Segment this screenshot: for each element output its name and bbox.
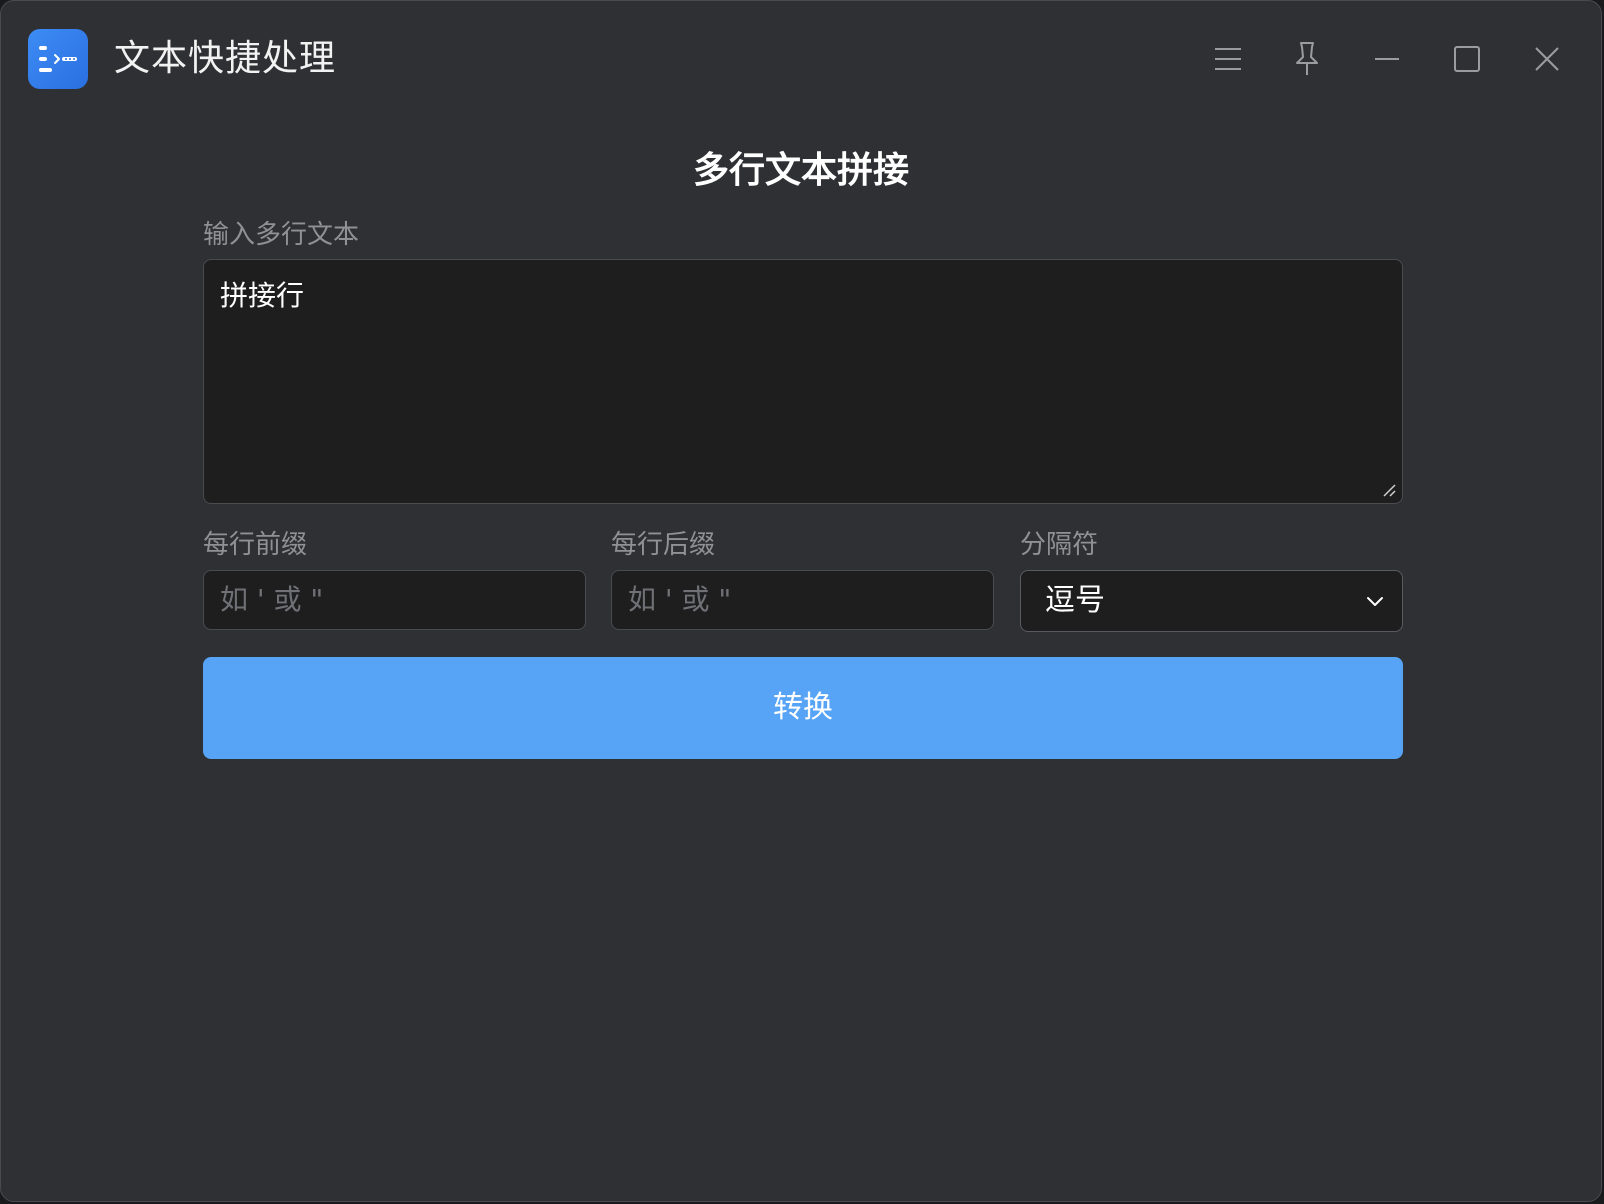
title-bar[interactable]: 文本快捷处理: [1, 1, 1601, 117]
input-label: 输入多行文本: [203, 220, 360, 250]
close-icon: [1535, 47, 1559, 71]
suffix-input[interactable]: 如 ' 或 ": [611, 570, 994, 630]
multiline-text-input[interactable]: 拼接行: [203, 259, 1403, 504]
pin-icon: [1296, 42, 1318, 75]
window-title: 文本快捷处理: [114, 38, 337, 79]
menu-icon: [1215, 48, 1241, 70]
suffix-label: 每行后缀: [611, 530, 716, 560]
pin-button[interactable]: [1283, 35, 1331, 83]
menu-button[interactable]: [1204, 35, 1252, 83]
separator-label: 分隔符: [1020, 530, 1099, 560]
convert-button[interactable]: 转换: [203, 657, 1403, 759]
minimize-button[interactable]: [1363, 35, 1411, 83]
maximize-button[interactable]: [1443, 35, 1491, 83]
app-window: 文本快捷处理 多行文本拼接 输入多行文本 拼接行 每行前缀 每行后缀 分隔符 如…: [0, 0, 1602, 1202]
prefix-label: 每行前缀: [203, 530, 308, 560]
prefix-input[interactable]: 如 ' 或 ": [203, 570, 586, 630]
separator-selected-value: 逗号: [1045, 583, 1105, 618]
close-button[interactable]: [1523, 35, 1571, 83]
resize-grip-icon[interactable]: [1382, 483, 1396, 497]
maximize-icon: [1454, 46, 1480, 72]
text-join-app-icon: [28, 29, 88, 89]
separator-select[interactable]: 逗号: [1020, 570, 1403, 632]
minimize-icon: [1375, 58, 1399, 60]
chevron-down-icon: [1367, 597, 1383, 606]
page-heading: 多行文本拼接: [692, 150, 909, 191]
multiline-text-value: 拼接行: [220, 279, 305, 312]
